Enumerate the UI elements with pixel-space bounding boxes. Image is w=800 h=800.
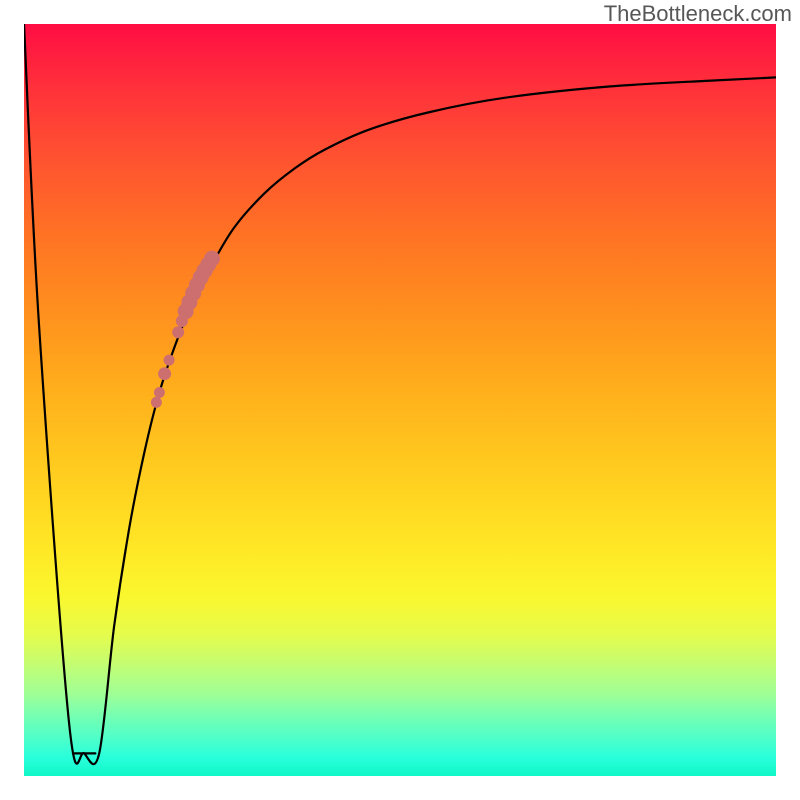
marker-point bbox=[151, 397, 162, 408]
marker-point bbox=[158, 367, 171, 380]
bottleneck-curve bbox=[24, 24, 776, 764]
marker-point bbox=[154, 387, 165, 398]
marker-point bbox=[164, 355, 175, 366]
marker-point bbox=[204, 251, 220, 267]
watermark-text: TheBottleneck.com bbox=[604, 1, 792, 27]
chart-plot-area bbox=[24, 24, 776, 776]
marker-point bbox=[172, 326, 184, 338]
chart-curve-group bbox=[24, 24, 776, 764]
chart-svg bbox=[24, 24, 776, 776]
